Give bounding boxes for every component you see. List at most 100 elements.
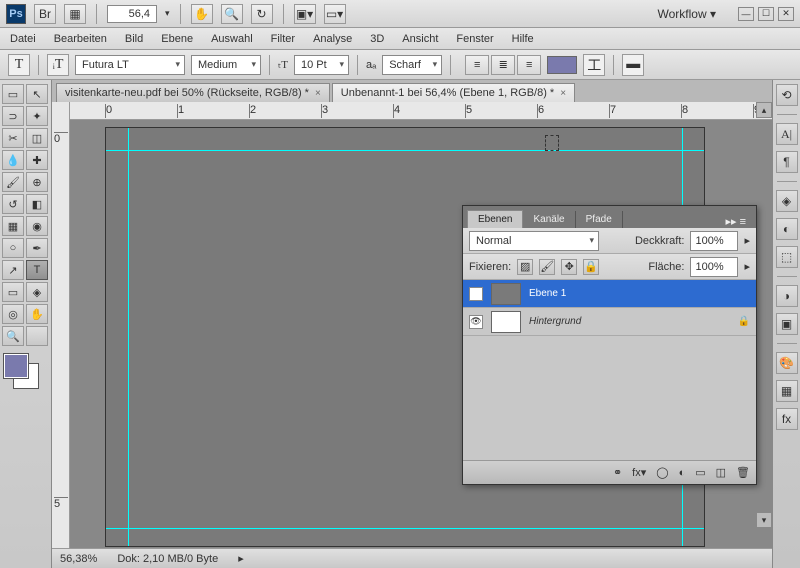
layer-name[interactable]: Hintergrund — [529, 316, 581, 327]
adjustments-panel-icon[interactable]: ◑ — [776, 285, 798, 307]
menu-ansicht[interactable]: Ansicht — [402, 33, 438, 45]
brush-tool[interactable]: 🖌 — [2, 172, 24, 192]
notes-tool[interactable] — [26, 326, 48, 346]
3d-camera-tool[interactable]: ◎ — [2, 304, 24, 324]
layer-thumbnail[interactable] — [491, 311, 521, 333]
paths-panel-icon[interactable]: ⬚ — [776, 246, 798, 268]
font-size-dropdown[interactable]: 10 Pt — [294, 55, 349, 75]
font-style-dropdown[interactable]: Medium — [191, 55, 261, 75]
character-panel-icon[interactable]: A| — [776, 123, 798, 145]
status-arrow-icon[interactable]: ▸ — [238, 552, 244, 565]
layer-row[interactable]: 👁 Hintergrund 🔒 — [463, 308, 756, 336]
font-family-dropdown[interactable]: Futura LT — [75, 55, 185, 75]
text-color-swatch[interactable] — [547, 56, 577, 74]
type-tool-preset-icon[interactable]: T — [8, 54, 30, 76]
link-layers-icon[interactable]: ⚭ — [613, 466, 622, 479]
vertical-ruler[interactable]: 0 5 — [52, 102, 70, 548]
color-panel-icon[interactable]: 🎨 — [776, 352, 798, 374]
gradient-tool[interactable]: ▦ — [2, 216, 24, 236]
scroll-down-arrow[interactable]: ▾ — [756, 512, 772, 528]
close-button[interactable]: ✕ — [778, 7, 794, 21]
guide-horizontal[interactable] — [106, 150, 704, 151]
type-tool[interactable]: T — [26, 260, 48, 280]
text-insertion-cursor[interactable] — [545, 135, 559, 151]
guide-horizontal[interactable] — [106, 528, 704, 529]
close-tab-icon[interactable]: × — [560, 88, 566, 99]
minimize-button[interactable]: — — [738, 7, 754, 21]
layer-group-icon[interactable]: ▭ — [695, 466, 705, 479]
antialias-dropdown[interactable]: Scharf — [382, 55, 442, 75]
layer-row[interactable]: 👁 Ebene 1 — [463, 280, 756, 308]
character-panel-icon[interactable]: ▬ — [622, 54, 644, 76]
minibridge-button[interactable]: ▦ — [64, 4, 86, 24]
lock-all-icon[interactable]: 🔒 — [583, 259, 599, 275]
status-doc-size[interactable]: Dok: 2,10 MB/0 Byte — [117, 553, 218, 565]
blend-mode-dropdown[interactable]: Normal — [469, 231, 599, 251]
layer-mask-icon[interactable]: ◯ — [656, 466, 668, 479]
rotate-view-icon[interactable]: ↻ — [251, 4, 273, 24]
dodge-tool[interactable]: ○ — [2, 238, 24, 258]
menu-ebene[interactable]: Ebene — [161, 33, 193, 45]
layers-tab[interactable]: Ebenen — [467, 210, 523, 228]
paths-tab[interactable]: Pfade — [576, 211, 623, 228]
lasso-tool[interactable]: ⊃ — [2, 106, 24, 126]
align-right-button[interactable]: ≡ — [517, 55, 541, 75]
hand-tool-icon[interactable]: ✋ — [191, 4, 213, 24]
history-brush-tool[interactable]: ↺ — [2, 194, 24, 214]
adjustment-layer-icon[interactable]: ◐ — [679, 467, 686, 479]
channels-panel-icon[interactable]: ◐ — [776, 218, 798, 240]
layer-effects-icon[interactable]: fx▾ — [632, 466, 646, 479]
menu-auswahl[interactable]: Auswahl — [211, 33, 253, 45]
eyedropper-tool[interactable]: 💧 — [2, 150, 24, 170]
lock-transparency-icon[interactable]: ▨ — [517, 259, 533, 275]
layers-panel[interactable]: Ebenen Kanäle Pfade ▸▸ ≡ Normal Deckkraf… — [462, 205, 757, 485]
align-center-button[interactable]: ≣ — [491, 55, 515, 75]
menu-datei[interactable]: Datei — [10, 33, 36, 45]
healing-tool[interactable]: ✚ — [26, 150, 48, 170]
panel-menu-icon[interactable]: ▸▸ ≡ — [719, 215, 752, 228]
zoom-input[interactable]: 56,4 — [107, 5, 157, 23]
blur-tool[interactable]: ◉ — [26, 216, 48, 236]
history-panel-icon[interactable]: ⟲ — [776, 84, 798, 106]
menu-hilfe[interactable]: Hilfe — [512, 33, 534, 45]
screen-mode-button[interactable]: ▭▾ — [324, 4, 346, 24]
crop-tool[interactable]: ✂ — [2, 128, 24, 148]
delete-layer-icon[interactable]: 🗑 — [736, 466, 750, 479]
move-tool[interactable]: ↖ — [26, 84, 48, 104]
layer-thumbnail[interactable] — [491, 283, 521, 305]
wand-tool[interactable]: ✦ — [26, 106, 48, 126]
menu-bearbeiten[interactable]: Bearbeiten — [54, 33, 107, 45]
warp-text-icon[interactable]: 工 — [583, 54, 605, 76]
menu-fenster[interactable]: Fenster — [456, 33, 493, 45]
document-tab[interactable]: visitenkarte-neu.pdf bei 50% (Rückseite,… — [56, 83, 330, 102]
slice-tool[interactable]: ◫ — [26, 128, 48, 148]
align-left-button[interactable]: ≡ — [465, 55, 489, 75]
hand-tool[interactable]: ✋ — [26, 304, 48, 324]
maximize-button[interactable]: ☐ — [758, 7, 774, 21]
shape-tool[interactable]: ▭ — [2, 282, 24, 302]
opacity-field[interactable]: 100% — [690, 231, 738, 251]
lock-position-icon[interactable]: ✥ — [561, 259, 577, 275]
layer-name[interactable]: Ebene 1 — [529, 288, 566, 299]
paragraph-panel-icon[interactable]: ¶ — [776, 151, 798, 173]
menu-filter[interactable]: Filter — [271, 33, 295, 45]
scroll-up-arrow[interactable]: ▴ — [756, 102, 772, 118]
status-zoom[interactable]: 56,38% — [60, 553, 97, 565]
foreground-color[interactable] — [4, 354, 28, 378]
visibility-toggle-icon[interactable]: 👁 — [469, 287, 483, 301]
menu-analyse[interactable]: Analyse — [313, 33, 352, 45]
3d-tool[interactable]: ◈ — [26, 282, 48, 302]
workspace-dropdown[interactable]: Workflow ▾ — [652, 5, 722, 23]
opacity-flyout-icon[interactable]: ▸ — [744, 234, 750, 247]
zoom-tool[interactable]: 🔍 — [2, 326, 24, 346]
masks-panel-icon[interactable]: ▣ — [776, 313, 798, 335]
path-select-tool[interactable]: ↗ — [2, 260, 24, 280]
fill-flyout-icon[interactable]: ▸ — [744, 260, 750, 273]
swatches-panel-icon[interactable]: ▦ — [776, 380, 798, 402]
zoom-tool-icon[interactable]: 🔍 — [221, 4, 243, 24]
styles-panel-icon[interactable]: fx — [776, 408, 798, 430]
new-layer-icon[interactable]: ◫ — [716, 466, 726, 479]
channels-tab[interactable]: Kanäle — [523, 211, 575, 228]
text-orientation-icon[interactable]: ᵢT — [47, 54, 69, 76]
color-swatches[interactable] — [2, 354, 42, 389]
